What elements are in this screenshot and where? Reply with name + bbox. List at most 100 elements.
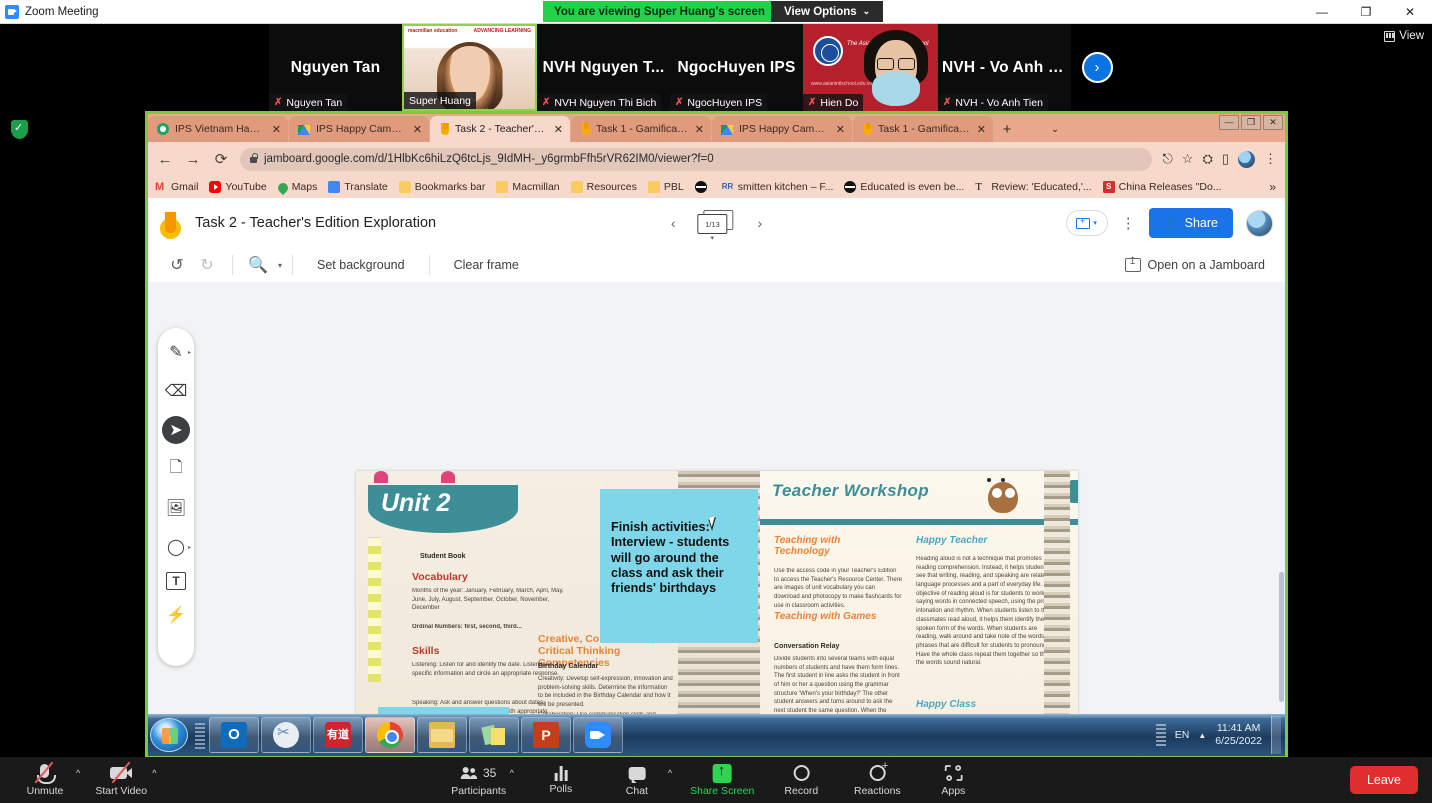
tab-close-icon[interactable]: ✕ [554,123,563,136]
show-hidden-icons[interactable]: ▲ [1198,731,1206,740]
previous-frame-icon[interactable]: ‹ [671,215,676,231]
browser-close-button[interactable]: ✕ [1263,115,1283,130]
unmute-button[interactable]: Unmute [16,757,74,803]
bookmark-item[interactable]: Translate [328,181,388,193]
more-options-icon[interactable]: ⋮ [1121,216,1136,231]
bookmark-item[interactable]: T Review: 'Educated,'... [975,181,1091,193]
chat-button[interactable]: Chat [608,757,666,803]
participant-tile[interactable]: NVH Nguyen T... ✗ NVH Nguyen Thi Bich [537,24,670,111]
pen-tool[interactable]: ✎ ▸ [162,338,191,366]
share-icon[interactable]: ⎋ [1162,151,1172,167]
tab-close-icon[interactable]: ✕ [695,123,704,136]
sticky-note-finish-activities[interactable]: Finish activities: Interview - students … [600,489,758,643]
bookmark-star-icon[interactable]: ☆ [1182,151,1194,167]
participant-tile[interactable]: Nguyen Tan ✗ Nguyen Tan [269,24,402,111]
scrollbar-thumb[interactable] [1279,572,1284,702]
chrome-taskbar-button[interactable] [365,717,415,753]
bookmark-item[interactable]: Maps [275,180,317,195]
youdao-taskbar-button[interactable]: 有道 [313,717,363,753]
bookmark-item[interactable]: RR smitten kitchen – F... [722,181,834,193]
present-button[interactable]: ▾ [1065,210,1108,236]
share-button[interactable]: 👤 Share [1148,208,1233,238]
address-bar[interactable]: jamboard.google.com/d/1HlbKc6hiLzQ6tcLjs… [240,147,1153,171]
bookmark-folder[interactable]: Bookmarks bar [398,181,485,193]
windows-start-button[interactable] [150,718,188,752]
minimize-button[interactable]: — [1300,0,1344,24]
browser-tab-active[interactable]: Task 2 - Teacher's Editio ✕ [430,116,570,142]
chrome-menu-icon[interactable]: ⋮ [1264,151,1277,167]
browser-tab[interactable]: Task 1 - Gamification Ti ✕ [853,116,993,142]
browser-tab[interactable]: IPS Happy Camper Train ✕ [289,116,429,142]
open-on-jamboard-button[interactable]: Open on a Jamboard [1124,256,1271,272]
reactions-button[interactable]: Reactions [848,757,906,803]
browser-minimize-button[interactable]: — [1219,115,1239,130]
clock[interactable]: 11:41 AM 6/25/2022 [1215,722,1262,748]
polls-button[interactable]: Polls [532,757,590,803]
reload-icon[interactable]: ⟳ [212,150,230,168]
tab-search-icon[interactable]: ⌄ [1042,116,1068,142]
sticky-note-tool[interactable]: 🗋 [162,455,190,483]
browser-restore-button[interactable]: ❐ [1241,115,1261,130]
language-indicator[interactable]: EN [1175,729,1190,741]
tab-close-icon[interactable]: ✕ [413,123,422,136]
bookmark-item[interactable]: M Gmail [155,181,198,193]
sticky-notes-taskbar-button[interactable] [469,717,519,753]
image-tool[interactable]: 🖼 [162,494,190,522]
forward-icon[interactable]: → [184,151,202,168]
participants-button[interactable]: 35 Participants [450,757,508,803]
file-explorer-taskbar-button[interactable] [417,717,467,753]
new-tab-button[interactable]: + [994,116,1020,142]
shape-tool[interactable]: ◯ ▸ [162,533,191,561]
browser-tab[interactable]: IPS Happy Camper Train ✕ [712,116,852,142]
participant-tile[interactable]: NgocHuyen IPS ✗ NgocHuyen IPS [670,24,803,111]
tab-close-icon[interactable]: ✕ [836,123,845,136]
tab-close-icon[interactable]: ✕ [977,123,986,136]
participant-tile[interactable]: NVH - Vo Anh T... ✗ NVH - Vo Anh Tien [938,24,1071,111]
next-frame-icon[interactable]: › [758,215,763,231]
set-background-button[interactable]: Set background [303,258,419,272]
bookmark-folder[interactable]: Resources [570,181,637,193]
bookmark-item[interactable]: YouTube [209,181,267,193]
jam-title[interactable]: Task 2 - Teacher's Edition Exploration [195,215,436,231]
clear-frame-button[interactable]: Clear frame [440,258,533,272]
redo-icon[interactable]: ↻ [192,255,222,275]
profile-avatar[interactable] [1238,150,1255,168]
audio-options-chevron-icon[interactable]: ^ [76,768,80,778]
powerpoint-taskbar-button[interactable]: P [521,717,571,753]
side-panel-icon[interactable]: ▯ [1222,151,1229,167]
chat-chevron-icon[interactable]: ^ [668,768,672,778]
close-button[interactable]: ✕ [1388,0,1432,24]
video-options-chevron-icon[interactable]: ^ [152,768,156,778]
browser-tab[interactable]: Task 1 - Gamification Ti ✕ [571,116,711,142]
jamboard-canvas[interactable]: ✎ ▸ ⌫ ➤ 🗋 🖼 ◯ ▸ T ⚡ Unit 2 Student Book … [148,282,1285,756]
snipping-tool-taskbar-button[interactable] [261,717,311,753]
undo-icon[interactable]: ↺ [162,255,192,275]
outlook-taskbar-button[interactable]: O [209,717,259,753]
leave-meeting-button[interactable]: Leave [1349,766,1418,794]
bookmark-item[interactable]: S China Releases "Do... [1102,181,1222,193]
show-desktop-button[interactable] [1271,716,1281,754]
participant-tile-active-speaker[interactable]: macmillan education ADVANCING LEARNING S… [402,24,537,111]
bookmark-folder[interactable]: PBL [647,181,684,193]
laser-tool[interactable]: ⚡ [162,601,190,629]
participant-tile[interactable]: The Asian International School www.asian… [803,24,938,111]
filmstrip-next-button[interactable]: › [1071,24,1123,111]
share-screen-button[interactable]: Share Screen [690,757,754,803]
browser-tab[interactable]: IPS Vietnam Happy Cam ✕ [148,116,288,142]
view-layout-button[interactable]: View [1384,30,1424,42]
bookmarks-overflow-icon[interactable]: » [1269,180,1278,194]
eraser-tool[interactable]: ⌫ [162,377,190,405]
select-tool[interactable]: ➤ [162,416,190,444]
view-options-button[interactable]: View Options ⌄ [771,1,884,22]
record-button[interactable]: Record [772,757,830,803]
text-box-tool[interactable]: T [166,572,186,590]
start-video-button[interactable]: Start Video [92,757,150,803]
participants-chevron-icon[interactable]: ^ [510,768,514,778]
apps-button[interactable]: Apps [924,757,982,803]
zoom-taskbar-button[interactable] [573,717,623,753]
bookmark-item[interactable]: Educated is even be... [844,181,964,193]
account-avatar[interactable] [1246,209,1273,237]
bookmark-folder[interactable]: Macmillan [496,181,560,193]
canvas-scrollbar[interactable] [1278,282,1285,714]
extensions-icon[interactable]: ⛭ [1202,151,1212,167]
